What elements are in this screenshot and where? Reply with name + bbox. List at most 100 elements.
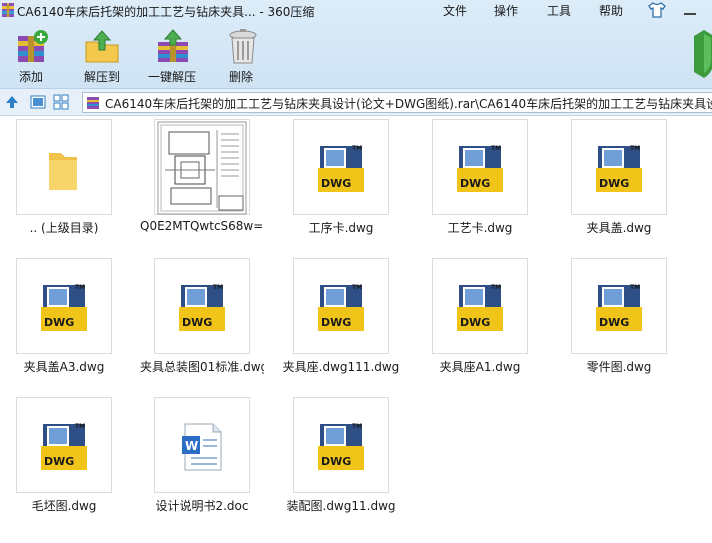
address-bar: CA6140车床后托架的加工工艺与钻床夹具设计(论文+DWG图纸).rar\CA… (0, 88, 712, 116)
svg-text:TM: TM (213, 284, 223, 291)
file-name: 夹具座A1.dwg (439, 360, 521, 374)
file-thumbnail: DWG TM (432, 119, 528, 215)
file-thumbnail: DWG TM (293, 119, 389, 215)
file-item-dwg[interactable]: DWG TM 夹具盖.dwg (557, 116, 695, 246)
security-shield-icon[interactable] (694, 28, 712, 80)
grid-view-icon[interactable] (53, 94, 69, 110)
file-item-dwg[interactable]: DWG TM 零件图.dwg (557, 255, 695, 385)
file-thumbnail: W (154, 397, 250, 493)
one-click-extract-label: 一键解压 (148, 70, 197, 84)
svg-text:TM: TM (630, 145, 640, 152)
dwg-file-icon: DWG TM (318, 423, 364, 470)
file-name: 工序卡.dwg (308, 221, 374, 235)
svg-text:TM: TM (75, 284, 85, 291)
file-name: 夹具总装图01标准.dwg (140, 360, 264, 374)
skin-shirt-icon[interactable] (648, 2, 666, 18)
file-name: 工艺卡.dwg (447, 221, 513, 235)
add-archive-icon (18, 30, 48, 62)
drawing-preview-image (157, 121, 247, 215)
file-name: 零件图.dwg (586, 360, 652, 374)
title-bar: CA6140车床后托架的加工工艺与钻床夹具... - 360压缩 文件 操作 工… (0, 0, 712, 22)
file-name: 夹具盖A3.dwg (23, 360, 105, 374)
dwg-file-icon: DWG TM (179, 284, 225, 331)
dwg-file-icon: DWG TM (41, 423, 87, 470)
svg-text:TM: TM (352, 145, 362, 152)
svg-text:DWG: DWG (599, 177, 629, 190)
svg-text:W: W (185, 439, 198, 453)
up-arrow-icon[interactable] (4, 94, 20, 110)
add-button[interactable]: 添加 (10, 28, 54, 84)
list-view-icon[interactable] (30, 94, 46, 110)
dwg-file-icon: DWG TM (457, 284, 503, 331)
address-path-field[interactable]: CA6140车床后托架的加工工艺与钻床夹具设计(论文+DWG图纸).rar\CA… (82, 92, 712, 113)
extract-to-label: 解压到 (84, 70, 121, 84)
file-thumbnail (16, 119, 112, 215)
menu-operations[interactable]: 操作 (494, 2, 518, 19)
file-grid: .. (上级目录) Q0E2MTQwtcS68w=... DWG TM 工序卡.… (0, 116, 712, 543)
svg-text:TM: TM (630, 284, 640, 291)
window-title: CA6140车床后托架的加工工艺与钻床夹具... - 360压缩 (17, 5, 315, 19)
svg-text:TM: TM (491, 145, 501, 152)
dwg-file-icon: DWG TM (596, 145, 642, 192)
file-item-dwg[interactable]: DWG TM 夹具座.dwg111.dwg (279, 255, 417, 385)
file-name: Q0E2MTQwtcS68w=... (140, 219, 264, 233)
svg-text:DWG: DWG (182, 316, 212, 329)
file-thumbnail: DWG TM (16, 258, 112, 354)
file-item-dwg[interactable]: DWG TM 夹具盖A3.dwg (2, 255, 140, 385)
svg-text:TM: TM (352, 423, 362, 430)
delete-label: 删除 (229, 70, 254, 84)
menu-file[interactable]: 文件 (443, 2, 467, 19)
svg-text:DWG: DWG (44, 455, 74, 468)
dwg-file-icon: DWG TM (457, 145, 503, 192)
trash-can-icon (229, 29, 257, 64)
archive-path-icon (87, 97, 99, 109)
dwg-file-icon: DWG TM (318, 145, 364, 192)
file-thumbnail: DWG TM (293, 258, 389, 354)
one-click-extract-icon (158, 29, 188, 62)
file-thumbnail: DWG TM (293, 397, 389, 493)
file-name: .. (上级目录) (29, 221, 99, 235)
file-name: 设计说明书2.doc (155, 499, 249, 513)
delete-button[interactable]: 删除 (225, 28, 261, 84)
svg-text:DWG: DWG (321, 316, 351, 329)
svg-text:TM: TM (352, 284, 362, 291)
file-thumbnail: DWG TM (432, 258, 528, 354)
one-click-extract-button[interactable]: 一键解压 (148, 28, 200, 84)
add-label: 添加 (19, 70, 44, 84)
file-item-dwg[interactable]: DWG TM 夹具总装图01标准.dwg (140, 255, 278, 385)
menu-help[interactable]: 帮助 (599, 2, 623, 19)
file-item-image[interactable]: Q0E2MTQwtcS68w=... (140, 116, 278, 246)
extract-to-button[interactable]: 解压到 (80, 28, 124, 84)
svg-text:TM: TM (75, 423, 85, 430)
folder-icon (49, 153, 77, 190)
dwg-file-icon: DWG TM (41, 284, 87, 331)
file-name: 毛坯图.dwg (31, 499, 97, 513)
svg-text:TM: TM (491, 284, 501, 291)
archive-app-icon (2, 3, 14, 17)
file-thumbnail (154, 119, 250, 215)
file-thumbnail: DWG TM (571, 119, 667, 215)
svg-text:DWG: DWG (599, 316, 629, 329)
file-item-dwg[interactable]: DWG TM 夹具座A1.dwg (418, 255, 556, 385)
file-item-dwg[interactable]: DWG TM 装配图.dwg11.dwg (279, 394, 417, 524)
extract-folder-icon (85, 30, 119, 63)
minimize-icon[interactable] (683, 7, 697, 15)
file-name: 夹具座.dwg111.dwg (282, 360, 400, 374)
file-item-dwg[interactable]: DWG TM 工艺卡.dwg (418, 116, 556, 246)
file-item-parent-folder[interactable]: .. (上级目录) (2, 116, 140, 246)
file-thumbnail: DWG TM (154, 258, 250, 354)
file-item-dwg[interactable]: DWG TM 工序卡.dwg (279, 116, 417, 246)
svg-text:DWG: DWG (321, 455, 351, 468)
menu-tools[interactable]: 工具 (547, 2, 571, 19)
file-item-doc[interactable]: W 设计说明书2.doc (140, 394, 278, 524)
dwg-file-icon: DWG TM (596, 284, 642, 331)
top-toolbar-area: CA6140车床后托架的加工工艺与钻床夹具... - 360压缩 文件 操作 工… (0, 0, 712, 88)
file-name: 装配图.dwg11.dwg (286, 499, 396, 513)
svg-text:DWG: DWG (44, 316, 74, 329)
file-thumbnail: DWG TM (16, 397, 112, 493)
address-path-text: CA6140车床后托架的加工工艺与钻床夹具设计(论文+DWG图纸).rar\CA… (105, 97, 712, 111)
file-item-dwg[interactable]: DWG TM 毛坯图.dwg (2, 394, 140, 524)
svg-text:DWG: DWG (460, 177, 490, 190)
dwg-file-icon: DWG TM (318, 284, 364, 331)
svg-text:DWG: DWG (321, 177, 351, 190)
